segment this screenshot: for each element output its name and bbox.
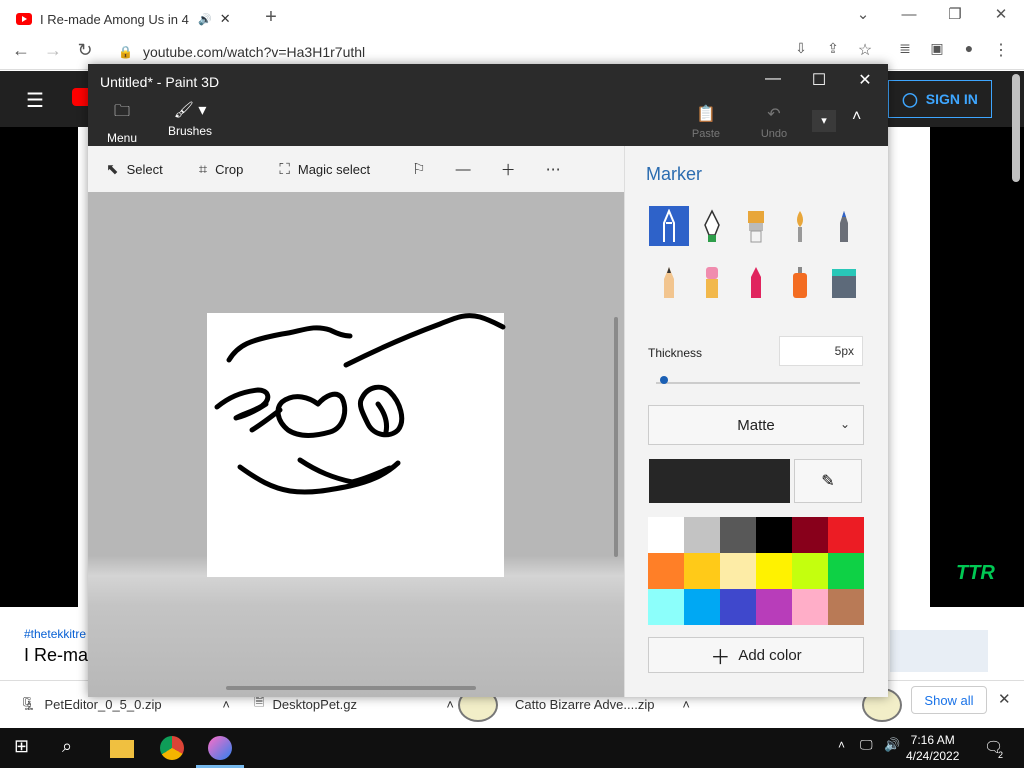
color-swatch[interactable]: [756, 553, 792, 589]
thickness-slider-track[interactable]: [656, 382, 860, 384]
color-swatch[interactable]: [756, 517, 792, 553]
oil-brush-icon[interactable]: [736, 206, 776, 246]
eraser-icon[interactable]: [692, 262, 732, 302]
color-swatch[interactable]: [792, 589, 828, 625]
color-swatch[interactable]: [792, 553, 828, 589]
color-swatch[interactable]: [648, 517, 684, 553]
color-swatch[interactable]: [720, 553, 756, 589]
watercolor-icon[interactable]: [780, 206, 820, 246]
chevron-down-icon: ⌄: [840, 417, 851, 431]
crayon-icon[interactable]: [736, 262, 776, 302]
color-swatch[interactable]: [720, 589, 756, 625]
current-color-swatch[interactable]: [649, 459, 790, 503]
color-swatch[interactable]: [828, 517, 864, 553]
eyedropper-icon: ✎: [821, 473, 835, 490]
pixel-pen-icon[interactable]: [824, 206, 864, 246]
thickness-slider-thumb[interactable]: [660, 376, 668, 384]
plus-icon: ＋: [710, 646, 731, 669]
thickness-label: Thickness: [648, 346, 703, 360]
color-palette: [648, 517, 864, 625]
color-swatch[interactable]: [828, 553, 864, 589]
panel-title: Marker: [646, 164, 703, 184]
marker-icon[interactable]: [649, 206, 689, 246]
pencil-icon[interactable]: [649, 262, 689, 302]
canvas-vertical-scrollbar[interactable]: [614, 317, 618, 557]
finish-dropdown[interactable]: Matte: [648, 405, 864, 445]
color-swatch[interactable]: [828, 589, 864, 625]
fill-bucket-icon[interactable]: [824, 262, 864, 302]
color-swatch[interactable]: [684, 553, 720, 589]
color-swatch[interactable]: [720, 517, 756, 553]
spray-can-icon[interactable]: [780, 262, 820, 302]
color-swatch[interactable]: [684, 517, 720, 553]
thickness-input[interactable]: 5px: [779, 336, 863, 366]
color-swatch[interactable]: [792, 517, 828, 553]
color-swatch[interactable]: [648, 553, 684, 589]
calligraphy-pen-icon[interactable]: [692, 206, 732, 246]
add-color-button[interactable]: ＋ Add color: [648, 637, 864, 673]
color-swatch[interactable]: [684, 589, 720, 625]
color-swatch[interactable]: [756, 589, 792, 625]
canvas-horizontal-scrollbar[interactable]: [226, 686, 476, 690]
eyedropper-button[interactable]: ✎: [794, 459, 862, 503]
color-swatch[interactable]: [648, 589, 684, 625]
